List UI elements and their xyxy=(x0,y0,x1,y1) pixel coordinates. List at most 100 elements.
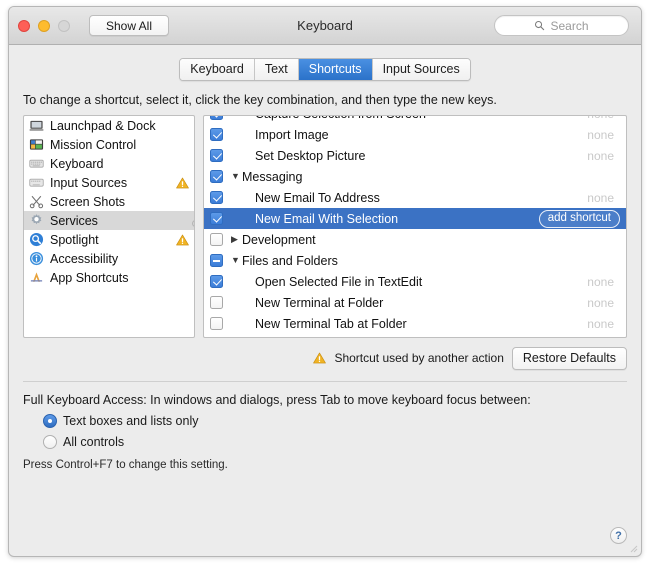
sidebar-warning-slot xyxy=(175,177,189,189)
disclosure-triangle-right-icon[interactable]: ▶ xyxy=(231,235,241,244)
category-sidebar[interactable]: Launchpad & Dock Mission Control Keyboar… xyxy=(23,115,195,338)
tab-shortcuts[interactable]: Shortcuts xyxy=(298,58,373,80)
row-checkbox[interactable] xyxy=(210,170,223,183)
radio-button[interactable] xyxy=(43,435,57,449)
disclosure-triangle-down-icon[interactable]: ▼ xyxy=(231,172,241,181)
row-checkbox[interactable] xyxy=(210,275,223,288)
table-row-selected[interactable]: New Email With Selection add shortcut xyxy=(204,208,626,229)
radio-all-controls[interactable]: All controls xyxy=(43,435,627,449)
sidebar-item-app-shortcuts[interactable]: App Shortcuts xyxy=(24,268,194,287)
shortcut-name: Encode Selected Audio Files xyxy=(255,338,587,339)
radio-label: Text boxes and lists only xyxy=(63,414,199,428)
table-row[interactable]: Open Selected File in TextEdit none xyxy=(204,271,626,292)
warning-note-text: Shortcut used by another action xyxy=(334,351,504,365)
sidebar-item-label: Accessibility xyxy=(50,251,119,266)
disclosure-triangle-down-icon[interactable]: ▼ xyxy=(231,256,241,265)
row-checkbox[interactable] xyxy=(210,191,223,204)
shortcut-name: Open Selected File in TextEdit xyxy=(255,274,423,289)
search-placeholder: Search xyxy=(550,18,589,33)
sidebar-item-spotlight[interactable]: Spotlight xyxy=(24,230,194,249)
shortcut-name: Set Desktop Picture xyxy=(255,148,366,163)
table-row[interactable]: New Terminal at Folder none xyxy=(204,292,626,313)
table-row[interactable]: New Terminal Tab at Folder none xyxy=(204,313,626,334)
sidebar-item-label: Input Sources xyxy=(50,175,128,190)
table-row[interactable]: Encode Selected Audio Files none xyxy=(204,334,626,339)
full-keyboard-access-note: Press Control+F7 to change this setting. xyxy=(23,459,228,471)
shortcut-key[interactable]: none xyxy=(587,296,620,310)
shortcut-key[interactable]: none xyxy=(587,149,620,163)
resize-grip-icon[interactable] xyxy=(628,543,638,553)
spotlight-icon xyxy=(29,232,44,247)
tab-input-sources[interactable]: Input Sources xyxy=(372,58,470,80)
shortcut-key[interactable]: none xyxy=(587,338,620,339)
shortcut-list[interactable]: Capture Selection from Screen none Impor… xyxy=(203,115,627,338)
sidebar-item-keyboard[interactable]: Keyboard xyxy=(24,154,194,173)
sidebar-item-screen-shots[interactable]: Screen Shots xyxy=(24,192,194,211)
tab-keyboard[interactable]: Keyboard xyxy=(180,58,255,80)
radio-button[interactable] xyxy=(43,414,57,428)
shortcut-group-name: Development xyxy=(242,232,316,247)
tab-text[interactable]: Text xyxy=(254,58,299,80)
section-divider xyxy=(23,381,627,382)
row-checkbox[interactable] xyxy=(210,212,223,225)
screenshot-icon xyxy=(29,195,44,209)
tab-bar: Keyboard Text Shortcuts Input Sources xyxy=(179,57,471,81)
search-field[interactable]: Search xyxy=(494,15,629,36)
sidebar-item-accessibility[interactable]: Accessibility xyxy=(24,249,194,268)
sidebar-item-label: Spotlight xyxy=(50,232,99,247)
app-shortcuts-icon xyxy=(30,272,43,282)
row-checkbox[interactable] xyxy=(210,128,223,141)
table-row-group[interactable]: ▼ Files and Folders xyxy=(204,250,626,271)
launchpad-dock-icon xyxy=(29,120,44,131)
sidebar-item-input-sources[interactable]: Input Sources xyxy=(24,173,194,192)
add-shortcut-button[interactable]: add shortcut xyxy=(538,209,620,228)
sidebar-item-label: App Shortcuts xyxy=(50,270,129,285)
shortcut-name: Capture Selection from Screen xyxy=(255,116,587,121)
window-titlebar: Show All Keyboard Search xyxy=(9,7,641,45)
help-button[interactable]: ? xyxy=(610,527,627,544)
row-checkbox[interactable] xyxy=(210,317,223,330)
sidebar-resize-grip[interactable] xyxy=(192,220,194,227)
shortcut-panes: Launchpad & Dock Mission Control Keyboar… xyxy=(23,115,627,338)
warning-triangle-icon xyxy=(175,177,189,188)
warning-triangle-icon xyxy=(313,352,327,364)
row-checkbox[interactable] xyxy=(210,233,223,246)
shortcut-name: New Email With Selection xyxy=(255,211,399,226)
table-row[interactable]: Set Desktop Picture none xyxy=(204,145,626,166)
table-row[interactable]: Import Image none xyxy=(204,124,626,145)
tab-bar-container: Keyboard Text Shortcuts Input Sources xyxy=(9,45,641,93)
radio-text-boxes-and-lists-only[interactable]: Text boxes and lists only xyxy=(43,414,627,428)
row-checkbox[interactable] xyxy=(210,296,223,309)
restore-defaults-button[interactable]: Restore Defaults xyxy=(511,346,627,370)
sidebar-item-label: Services xyxy=(50,213,98,228)
table-row[interactable]: Capture Selection from Screen none xyxy=(204,116,626,124)
shortcut-name: New Email To Address xyxy=(255,190,380,205)
instruction-text: To change a shortcut, select it, click t… xyxy=(23,93,497,107)
sidebar-item-services[interactable]: Services xyxy=(24,211,194,230)
table-row-group[interactable]: ▶ Development xyxy=(204,229,626,250)
sidebar-item-launchpad-dock[interactable]: Launchpad & Dock xyxy=(24,116,194,135)
shortcut-name: Import Image xyxy=(255,127,329,142)
table-row-group[interactable]: ▼ Messaging xyxy=(204,166,626,187)
full-keyboard-access-section: Full Keyboard Access: In windows and dia… xyxy=(23,393,627,471)
keyboard-icon xyxy=(29,159,44,168)
row-checkbox[interactable] xyxy=(210,254,223,267)
accessibility-icon xyxy=(29,251,44,266)
warning-triangle-icon xyxy=(175,234,189,245)
shortcut-key[interactable]: none xyxy=(587,191,620,205)
search-icon xyxy=(535,20,545,31)
row-checkbox[interactable] xyxy=(210,116,223,120)
mission-control-icon xyxy=(29,139,44,150)
shortcut-key[interactable]: none xyxy=(587,116,620,121)
shortcut-key[interactable]: none xyxy=(587,128,620,142)
shortcut-name: New Terminal Tab at Folder xyxy=(255,316,407,331)
shortcut-group-name: Files and Folders xyxy=(242,253,338,268)
radio-label: All controls xyxy=(63,435,125,449)
table-row[interactable]: New Email To Address none xyxy=(204,187,626,208)
gear-icon xyxy=(31,214,42,225)
sidebar-item-label: Mission Control xyxy=(50,137,137,152)
row-checkbox[interactable] xyxy=(210,149,223,162)
shortcut-key[interactable]: none xyxy=(587,317,620,331)
sidebar-item-mission-control[interactable]: Mission Control xyxy=(24,135,194,154)
shortcut-key[interactable]: none xyxy=(587,275,620,289)
